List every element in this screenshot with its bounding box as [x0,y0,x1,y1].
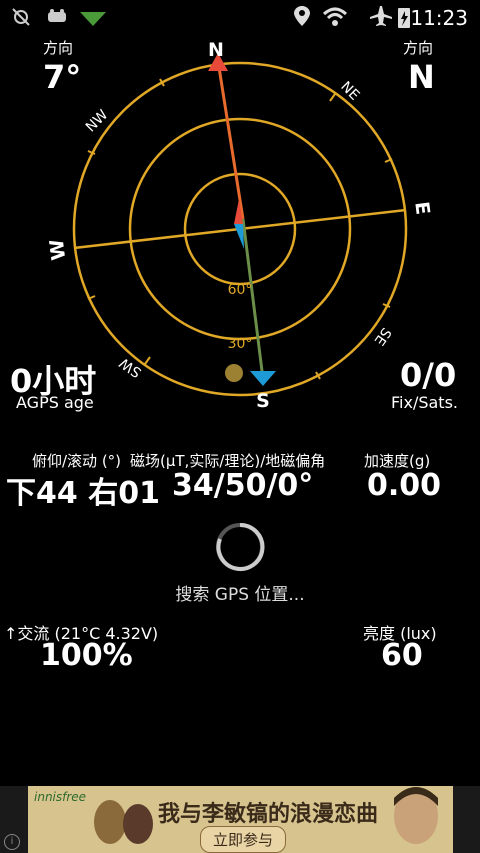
ad-cta-button[interactable]: 立即参与 [200,826,287,853]
status-time: 11:23 [410,6,468,30]
needle-south [241,218,265,380]
fix-value: 0/0 [400,356,457,394]
tick-divider [0,440,480,444]
ad-right-edge [453,786,480,853]
agps-label: AGPS age [16,393,94,412]
fix-label: Fix/Sats. [391,393,458,412]
battery-charging-icon [398,8,410,28]
ad-illustration [94,800,153,844]
battery-value: 100% [40,638,133,673]
ring-30-label: 30° [228,336,253,352]
ad-banner[interactable]: i innisfree 我与李敏镐的浪漫恋曲 立即参与 [0,786,480,853]
compass-s-label: S [256,390,270,412]
needle-north [216,60,245,220]
satellite-dot [225,364,243,382]
south-arrow-icon [250,371,276,386]
compass-sw-label: SW [117,354,145,380]
orientation-value: 下44 右01 [6,476,160,511]
airplane-icon [370,6,392,26]
compass-ne-label: NE [337,79,362,104]
satellite-off-icon [12,8,30,26]
compass-e-label: E [410,200,433,216]
ad-portrait [394,787,438,844]
center-needle-south [234,224,244,249]
status-icons-left [12,8,106,26]
loading-spinner-icon [216,522,265,571]
light-value: 60 [381,638,423,673]
ring-60-label: 60° [228,282,253,298]
compass-n-label: N [208,39,224,61]
magnetic-value: 34/50/0° [172,468,314,503]
wifi-icon [322,7,348,26]
accel-value: 0.00 [367,468,442,503]
ad-headline: 我与李敏镐的浪漫恋曲 [158,802,379,827]
status-icons-right [294,6,410,28]
ad-brand: innisfree [34,790,87,804]
info-icon[interactable]: i [4,834,20,850]
signal-icon [80,12,106,26]
status-bar: 11:23 [0,0,480,34]
compass-w-label: W [46,238,70,262]
usb-icon [48,9,66,22]
gps-search-text: 搜索 GPS 位置... [175,585,305,605]
